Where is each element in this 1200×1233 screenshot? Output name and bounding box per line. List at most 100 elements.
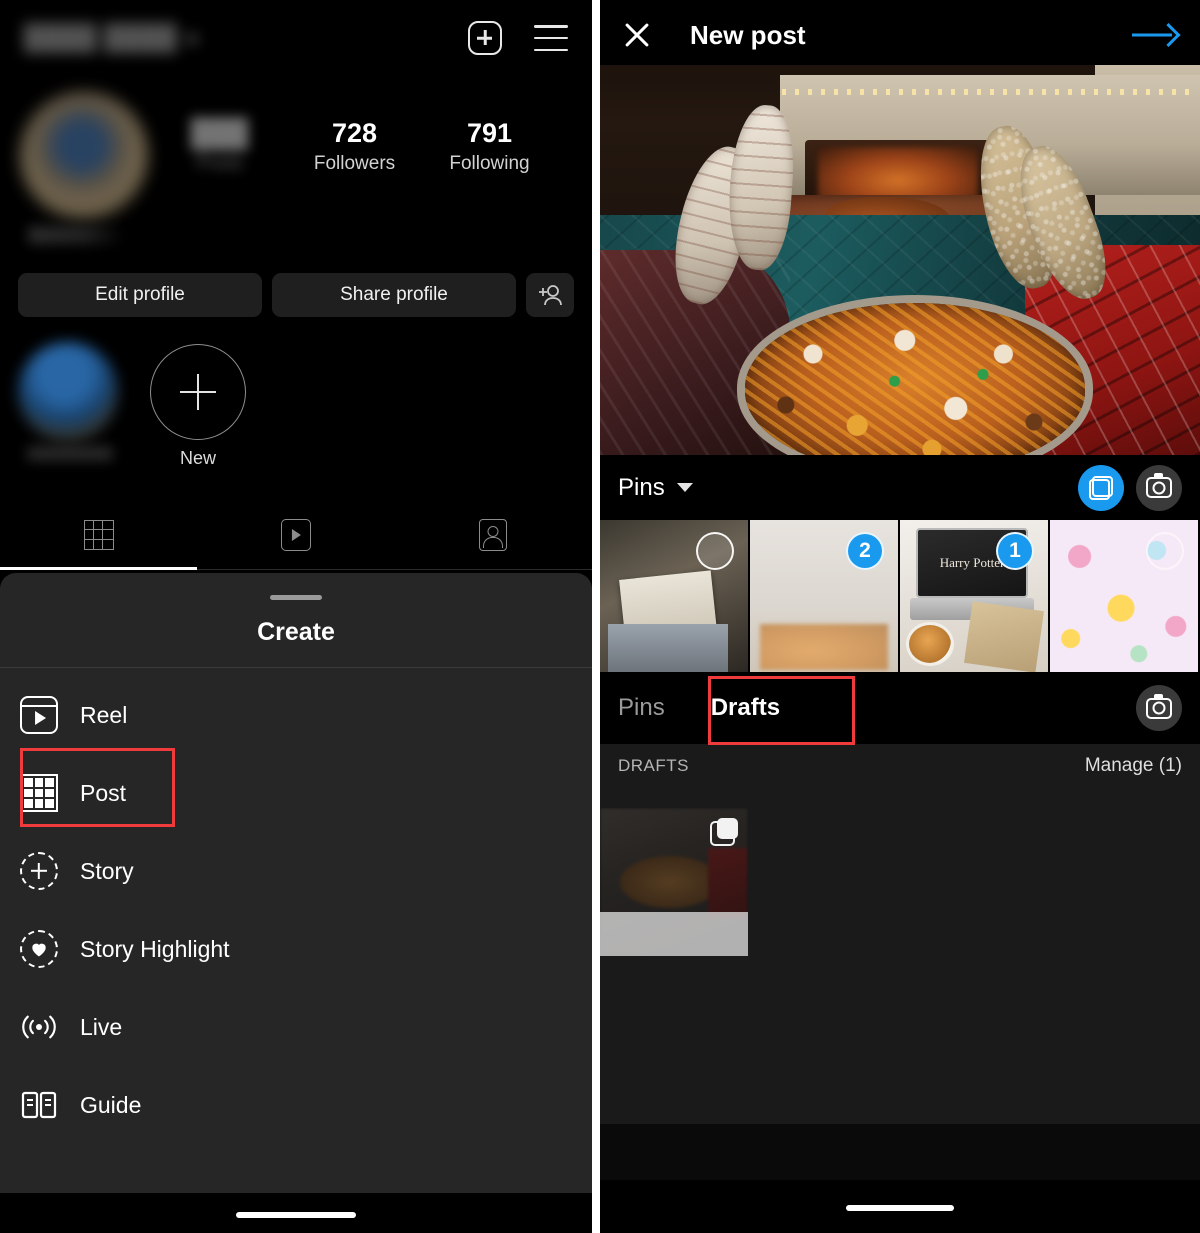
panel-separator (592, 0, 600, 1233)
create-item-post[interactable]: Post (0, 754, 592, 832)
gallery-item[interactable] (600, 520, 748, 672)
add-person-glyph (539, 285, 562, 306)
photo-string-lights (782, 89, 1197, 95)
stat-followers[interactable]: 728 Followers (287, 92, 422, 175)
new-post-panel: New post Pins 2 Harry Potter 1 Pins Draf… (600, 0, 1200, 1233)
create-item-label: Post (80, 779, 127, 806)
close-x-icon[interactable] (622, 20, 652, 50)
add-person-icon[interactable] (526, 273, 574, 317)
camera-icon[interactable] (1136, 464, 1182, 511)
manage-drafts-link[interactable]: Manage (1) (1085, 755, 1182, 777)
stat-following[interactable]: 791 Following (422, 92, 557, 175)
drafts-header: DRAFTS Manage (1) (600, 744, 1200, 788)
share-profile-button[interactable]: Share profile (272, 273, 516, 317)
create-item-label: Reel (80, 701, 128, 728)
select-multiple-icon[interactable] (1078, 464, 1124, 511)
selected-photo-preview[interactable] (600, 65, 1200, 455)
drafts-section: DRAFTS Manage (1) (600, 744, 1200, 1124)
new-highlight-label: New (179, 448, 216, 468)
create-item-label: Story (80, 857, 134, 884)
new-post-title: New post (690, 19, 806, 50)
tab-pins[interactable]: Pins (618, 694, 665, 722)
drafts-section-label: DRAFTS (618, 756, 689, 775)
photo-snack-bowl (745, 303, 1085, 455)
camera-glyph (1146, 473, 1172, 498)
multi-layer-glyph (1089, 475, 1113, 500)
draft-overlay-strip (600, 912, 748, 956)
selection-badge[interactable]: 1 (996, 532, 1034, 570)
posts-label: Posts (195, 153, 244, 175)
gallery-item[interactable]: Harry Potter 1 (900, 520, 1048, 672)
photo-gallery: 2 Harry Potter 1 (600, 520, 1200, 672)
live-broadcast-icon (20, 1008, 58, 1046)
sheet-drag-handle[interactable] (270, 595, 322, 600)
camera-glyph (1146, 693, 1172, 719)
bottom-strip (600, 1124, 1200, 1180)
tab-grid[interactable] (0, 500, 198, 570)
plus-square-icon[interactable] (468, 21, 502, 55)
avatar-wrapper[interactable] (20, 92, 152, 244)
profile-tab-bar (0, 500, 592, 570)
stat-posts[interactable]: ███ Posts (152, 92, 287, 175)
tagged-icon (479, 519, 508, 551)
arrow-right-icon[interactable] (1132, 21, 1178, 49)
source-tab-bar: Pins Drafts (600, 672, 1200, 744)
story-highlight-label (27, 446, 113, 461)
story-highlights-row: New (0, 342, 592, 470)
avatar[interactable] (20, 92, 148, 220)
instagram-profile-panel: ████ ████ ● ███ Posts 728 Followers 791 … (0, 0, 592, 1233)
selection-circle[interactable] (696, 532, 734, 570)
grid-post-icon (20, 774, 58, 812)
new-post-header: New post (600, 0, 1200, 70)
edit-profile-button[interactable]: Edit profile (18, 273, 262, 317)
hamburger-menu-icon[interactable] (534, 25, 568, 51)
selection-circle[interactable] (1146, 532, 1184, 570)
camera-icon[interactable] (1136, 685, 1182, 731)
profile-username[interactable]: ████ ████ ● (24, 23, 468, 53)
guide-book-icon (20, 1086, 58, 1124)
create-item-live[interactable]: Live (0, 988, 592, 1066)
gallery-item[interactable] (1050, 520, 1198, 672)
create-item-guide[interactable]: Guide (0, 1066, 592, 1144)
open-book-glyph (21, 1091, 57, 1119)
carousel-icon (710, 818, 738, 846)
create-item-story[interactable]: Story (0, 832, 592, 910)
album-selector-bar: Pins (600, 455, 1200, 520)
create-item-story-highlight[interactable]: Story Highlight (0, 910, 592, 988)
album-name[interactable]: Pins (618, 474, 665, 502)
gallery-item[interactable]: 2 (750, 520, 898, 672)
tab-drafts[interactable]: Drafts (711, 694, 780, 722)
create-item-label: Guide (80, 1091, 142, 1118)
story-highlight-thumb[interactable] (18, 342, 118, 442)
story-highlight-new[interactable]: New (146, 342, 250, 469)
profile-action-row: Edit profile Share profile (0, 272, 592, 318)
create-options-list: Reel Post Story Story Highlight Live Gui… (0, 668, 592, 1144)
followers-count: 728 (331, 118, 378, 148)
selection-badge[interactable]: 2 (846, 532, 884, 570)
reels-icon (280, 519, 311, 551)
avatar-display-name (28, 226, 124, 244)
story-plus-icon (20, 852, 58, 890)
create-item-reel[interactable]: Reel (0, 676, 592, 754)
create-bottom-sheet: Create Reel Post Story Story Highlight L… (0, 573, 592, 1193)
plus-icon[interactable] (150, 344, 246, 440)
story-highlight-heart-icon (20, 930, 58, 968)
paper-bag (964, 601, 1044, 672)
followers-label: Followers (313, 153, 396, 175)
chevron-down-icon[interactable] (676, 483, 693, 492)
create-sheet-title: Create (257, 618, 335, 646)
tab-reels[interactable] (197, 500, 394, 570)
reel-icon (20, 696, 58, 734)
profile-topbar: ████ ████ ● (0, 0, 592, 76)
following-count: 791 (466, 118, 513, 148)
story-highlight-existing[interactable] (18, 342, 122, 461)
broadcast-glyph (22, 1015, 56, 1039)
topbar-icon-group (468, 21, 568, 55)
draft-item[interactable] (600, 808, 748, 956)
screenshot-root: ████ ████ ● ███ Posts 728 Followers 791 … (0, 0, 1200, 1233)
create-item-label: Live (80, 1013, 123, 1040)
create-item-label: Story Highlight (80, 935, 230, 962)
profile-stats-row: ███ Posts 728 Followers 791 Following (0, 92, 592, 244)
tab-tagged[interactable] (395, 500, 592, 570)
home-indicator-right (600, 1180, 1200, 1233)
